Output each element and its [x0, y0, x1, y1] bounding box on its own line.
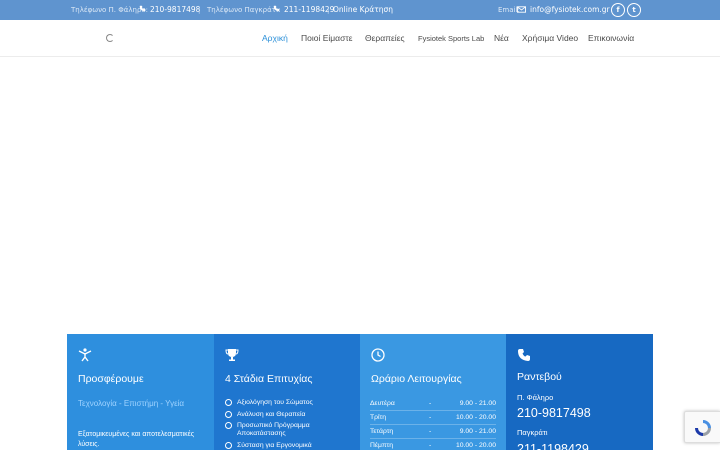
divider: |	[198, 6, 201, 14]
trophy-icon	[225, 349, 239, 361]
clock-icon	[371, 348, 385, 362]
circle-bullet-icon	[225, 410, 232, 418]
divider: |	[327, 6, 330, 14]
offer-subtitle: Τεχνολογία - Επιστήμη - Υγεία	[78, 399, 185, 408]
nav-item-videos[interactable]: Χρήσιμα Video	[522, 33, 578, 43]
table-row: Πέμπτη -10.00 - 20.00	[370, 439, 496, 450]
person-stretch-icon	[78, 348, 92, 362]
twitter-icon[interactable]: t	[627, 3, 641, 17]
list-item: Σύσταση για Εργονομικά	[225, 441, 355, 450]
location-label: Παγκράτι	[517, 428, 548, 437]
loading-spinner-icon	[106, 34, 114, 42]
offer-description: Εξατομικευμένες και αποτελεσματικές λύσε…	[78, 431, 195, 448]
list-item: Ανάλυση και Θεραπεία	[225, 410, 355, 419]
stages-list: Αξιολόγηση του Σώματος Ανάλυση και Θεραπ…	[225, 399, 355, 450]
location-label: Π. Φάληρο	[517, 393, 554, 402]
top-info-bar: Τηλέφωνο Π. Φάληρο: 210-9817498 | Τηλέφω…	[0, 0, 720, 20]
table-row: Δευτέρα -9.00 - 21.00	[370, 397, 496, 411]
nav-item-home[interactable]: Αρχική	[262, 33, 288, 43]
phone-icon	[139, 5, 146, 12]
table-row: Τετάρτη -9.00 - 21.00	[370, 425, 496, 439]
stages-box: 4 Στάδια Επιτυχίας Αξιολόγηση του Σώματο…	[214, 334, 360, 450]
phone2-label: Τηλέφωνο Παγκράτι:	[207, 6, 281, 14]
hours-title: Ωράριο Λειτουργίας	[371, 373, 462, 385]
appointment-box: Ραντεβού Π. Φάληρο 210-9817498 Παγκράτι …	[506, 334, 653, 450]
list-item: Αξιολόγηση του Σώματος	[225, 399, 355, 407]
offer-box: Προσφέρουμε Τεχνολογία - Επιστήμη - Υγεί…	[67, 334, 214, 450]
stages-title: 4 Στάδια Επιτυχίας	[225, 373, 313, 385]
online-booking-link[interactable]: Online Κράτηση	[333, 6, 393, 14]
circle-bullet-icon	[225, 399, 232, 406]
circle-bullet-icon	[225, 441, 232, 449]
hours-box: Ωράριο Λειτουργίας Δευτέρα -9.00 - 21.00 …	[360, 334, 506, 450]
recaptcha-badge[interactable]	[684, 411, 720, 443]
nav-item-therapies[interactable]: Θεραπείες	[365, 33, 405, 43]
phone1-number[interactable]: 210-9817498	[150, 6, 200, 14]
nav-item-news[interactable]: Νέα	[494, 33, 509, 43]
offer-title: Προσφέρουμε	[78, 373, 144, 385]
phone-number-link[interactable]: 211-1198429	[517, 442, 589, 450]
list-item: Προσωπικό Πρόγραμμα Αποκατάστασης	[225, 422, 355, 438]
circle-bullet-icon	[225, 422, 232, 429]
table-row: Τρίτη -10.00 - 20.00	[370, 411, 496, 425]
main-header: Αρχική Ποιοί Είμαστε Θεραπείες Fysiotek …	[0, 20, 720, 57]
nav-item-about[interactable]: Ποιοί Είμαστε	[301, 33, 353, 43]
appointment-title: Ραντεβού	[517, 371, 562, 383]
nav-item-contact[interactable]: Επικοινωνία	[588, 33, 634, 43]
recaptcha-icon	[695, 420, 711, 436]
phone-icon	[273, 5, 280, 12]
envelope-icon	[517, 6, 526, 13]
hero-slider-area	[0, 58, 720, 334]
nav-item-sports-lab[interactable]: Fysiotek Sports Lab	[418, 34, 484, 43]
phone-number-link[interactable]: 210-9817498	[517, 406, 591, 420]
phone1-label: Τηλέφωνο Π. Φάληρο:	[71, 6, 149, 14]
hours-table: Δευτέρα -9.00 - 21.00 Τρίτη -10.00 - 20.00…	[370, 397, 496, 450]
phone-icon	[518, 349, 530, 361]
email-link[interactable]: info@fysiotek.com.gr	[530, 6, 610, 14]
facebook-icon[interactable]: f	[611, 3, 625, 17]
